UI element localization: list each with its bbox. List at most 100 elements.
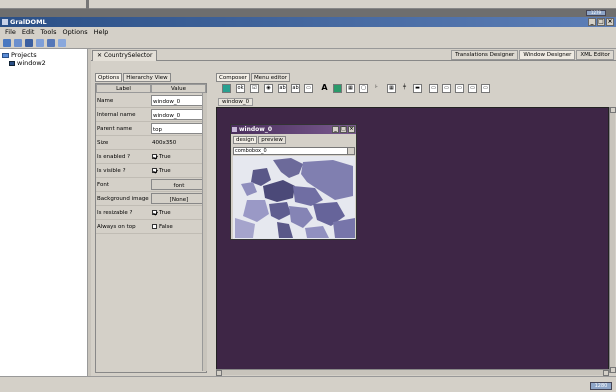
font-button[interactable]: font: [151, 179, 206, 190]
tree-item-label: window2: [17, 59, 46, 67]
scroll-down-icon[interactable]: [610, 367, 616, 373]
checkbox-label: True: [159, 154, 171, 160]
minimize-button[interactable]: _: [588, 18, 596, 26]
top-dock: 1279: [0, 9, 616, 17]
scroll-up-icon[interactable]: [610, 107, 616, 113]
splitter-grip[interactable]: [86, 0, 89, 9]
tab-translations-designer[interactable]: Translations Designer: [451, 50, 519, 60]
paste-icon[interactable]: [58, 39, 66, 47]
cut-icon[interactable]: [36, 39, 44, 47]
open-icon[interactable]: [14, 39, 22, 47]
image-tool-icon[interactable]: [333, 84, 342, 93]
tab-tool-icon[interactable]: ▭: [468, 84, 477, 93]
property-header: Label Value: [96, 84, 206, 93]
europe-map-image: [233, 156, 355, 239]
document-tab[interactable]: ✕ CountrySelector: [92, 50, 158, 61]
slider-tool-icon[interactable]: ▬: [413, 84, 422, 93]
close-button[interactable]: ×: [606, 18, 614, 26]
status-badge[interactable]: 1280: [590, 382, 612, 390]
projects-tree: Projects window2: [0, 49, 88, 376]
composer-tabs: Composer Menu editor: [216, 73, 291, 82]
panel-tool-icon[interactable]: ▢: [359, 84, 368, 93]
enabled-checkbox[interactable]: True: [151, 151, 206, 162]
save-icon[interactable]: [25, 39, 33, 47]
radio-tool-icon[interactable]: ◉: [264, 84, 273, 93]
dock-badge[interactable]: 1279: [586, 10, 606, 16]
property-row: Parent name top: [96, 122, 206, 136]
visible-checkbox[interactable]: True: [151, 165, 206, 176]
composer-window-label[interactable]: window_0: [218, 98, 254, 106]
textarea-tool-icon[interactable]: ▭: [304, 84, 313, 93]
background-image-button[interactable]: [None]: [151, 193, 206, 204]
close-button[interactable]: ×: [348, 126, 355, 133]
parent-name-field[interactable]: top: [151, 123, 206, 134]
list-tool-icon[interactable]: ▭: [455, 84, 464, 93]
property-label: Is visible ?: [97, 168, 126, 174]
chevron-down-icon[interactable]: [347, 148, 354, 154]
tab-design[interactable]: design: [233, 136, 258, 144]
checkbox-label: True: [159, 210, 171, 216]
checkbox-tool-icon[interactable]: ☑: [250, 84, 259, 93]
label-tool-icon[interactable]: ab: [278, 84, 287, 93]
maximize-button[interactable]: □: [597, 18, 605, 26]
table-tool-icon[interactable]: ▦: [346, 84, 355, 93]
grid-tool-icon[interactable]: ▦: [387, 84, 396, 93]
new-icon[interactable]: [3, 39, 11, 47]
property-table: Label Value Name window_0 Internal name …: [95, 83, 207, 373]
menu-help[interactable]: Help: [91, 27, 112, 37]
property-row: Is visible ? True: [96, 164, 206, 178]
menu-options[interactable]: Options: [60, 27, 91, 37]
property-row: Always on top False: [96, 220, 206, 234]
tree-tool-icon[interactable]: ⊦: [372, 84, 381, 93]
tree-root-label: Projects: [11, 51, 37, 59]
property-label: Name: [97, 98, 114, 104]
window-icon: [232, 127, 237, 132]
property-label: Is enabled ?: [97, 154, 131, 160]
tab-window-designer[interactable]: Window Designer: [519, 50, 576, 60]
button-tool-icon[interactable]: ok: [236, 84, 245, 93]
menu-tool-icon[interactable]: ▭: [481, 84, 490, 93]
tab-preview[interactable]: preview: [258, 136, 286, 144]
pointer-tool-icon[interactable]: [222, 84, 231, 93]
status-bar: 1280: [0, 376, 616, 392]
combobox[interactable]: combobox_0: [233, 147, 355, 155]
internal-name-field[interactable]: window_0: [151, 109, 206, 120]
name-field[interactable]: window_0: [151, 95, 206, 106]
window-titlebar: GralDOML _ □ ×: [0, 17, 616, 27]
resizable-checkbox[interactable]: True: [151, 207, 206, 218]
minimize-button[interactable]: _: [332, 126, 339, 133]
tab-composer[interactable]: Composer: [216, 73, 250, 82]
close-tab-icon[interactable]: ✕: [97, 52, 104, 59]
size-value: 400x350: [152, 140, 177, 146]
checkbox-icon: [152, 210, 157, 215]
checkbox-label: False: [159, 224, 173, 230]
canvas-vertical-scrollbar[interactable]: [609, 107, 616, 373]
combo-tool-icon[interactable]: ▭: [442, 84, 451, 93]
checkbox-icon: [152, 168, 157, 173]
property-row: Name window_0: [96, 94, 206, 108]
tab-xml-editor[interactable]: XML Editor: [576, 50, 614, 60]
tab-menu-editor[interactable]: Menu editor: [250, 73, 290, 82]
menu-tools[interactable]: Tools: [37, 27, 59, 37]
menu-file[interactable]: File: [2, 27, 19, 37]
designed-window[interactable]: window_0 _ □ × design preview combobox_0: [230, 124, 357, 240]
always-on-top-checkbox[interactable]: False: [151, 221, 206, 232]
property-row: Is enabled ? True: [96, 150, 206, 164]
designed-window-title: window_0: [239, 126, 273, 133]
maximize-button[interactable]: □: [340, 126, 347, 133]
property-row: Internal name window_0: [96, 108, 206, 122]
tab-hierarchy-view[interactable]: Hierarchy View: [123, 73, 171, 82]
designed-window-titlebar[interactable]: window_0 _ □ ×: [231, 125, 356, 134]
progress-tool-icon[interactable]: ▭: [429, 84, 438, 93]
tree-item-window2[interactable]: window2: [9, 59, 46, 67]
property-scrollbar[interactable]: [202, 93, 207, 371]
split-tool-icon[interactable]: ╪: [400, 84, 409, 93]
tab-options[interactable]: Options: [95, 73, 123, 82]
copy-icon[interactable]: [47, 39, 55, 47]
canvas-horizontal-scrollbar[interactable]: [216, 369, 609, 376]
property-row: Background image [None]: [96, 192, 206, 206]
textfield-tool-icon[interactable]: ab: [291, 84, 300, 93]
tree-root[interactable]: Projects: [2, 51, 37, 59]
font-tool-icon[interactable]: A: [320, 84, 329, 93]
menu-edit[interactable]: Edit: [19, 27, 38, 37]
